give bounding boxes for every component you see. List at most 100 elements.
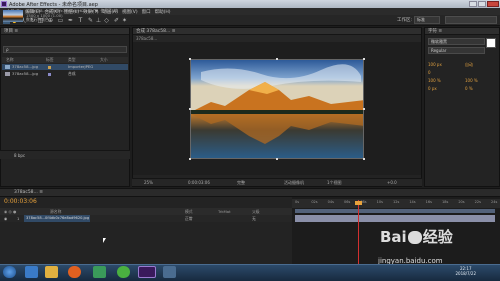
layer-duration-bar[interactable] — [295, 215, 495, 222]
ruler-tick-label: 02s — [311, 200, 318, 204]
playhead-handle[interactable] — [355, 201, 362, 205]
transform-handle[interactable] — [189, 108, 191, 110]
col-mode[interactable]: 模式 — [185, 208, 193, 215]
transform-handle[interactable] — [363, 158, 365, 160]
project-search-input[interactable]: ρ — [3, 46, 127, 53]
character-values: 100 px 0 100 % 0 px — [428, 61, 442, 93]
col-type[interactable]: 类型 — [68, 57, 76, 63]
composition-icon — [5, 72, 10, 76]
visibility-eye-icon[interactable]: ◉ — [4, 215, 7, 222]
transform-handle[interactable] — [189, 158, 191, 160]
comp-breadcrumb[interactable]: 378ac58... — [133, 35, 421, 42]
comp-image-layer[interactable] — [190, 59, 364, 159]
timeline-tab[interactable]: 378ac58... ≡ — [14, 190, 43, 195]
label-color — [48, 72, 51, 76]
project-list-header: 名称 标签 类型 大小 — [2, 57, 128, 63]
project-footer: 8 bpc — [0, 150, 130, 159]
ruler-tick-label: 20s — [458, 200, 465, 204]
menu-window[interactable]: 窗口 — [142, 9, 151, 15]
system-clock[interactable]: 22:17 2018/7/22 — [455, 266, 476, 276]
file-explorer-icon[interactable] — [45, 266, 58, 278]
vertical-scale-field[interactable]: 100 % — [428, 77, 442, 85]
workspace-label: 工作区: — [396, 18, 412, 23]
menu-view[interactable]: 视图(V) — [122, 9, 138, 15]
col-size[interactable]: 大小 — [100, 57, 108, 63]
current-time-display[interactable]: 0:00:03:06 — [4, 198, 37, 205]
col-parent[interactable]: 父级 — [252, 208, 260, 215]
project-item[interactable]: 378ac58...jpg ImporterJPEG — [2, 64, 128, 70]
asset-thumbnail — [3, 10, 23, 22]
ruler-tick-label: 22s — [474, 200, 481, 204]
camera-dropdown[interactable]: 活动摄像机 — [284, 180, 304, 186]
views-dropdown[interactable]: 1个视图 — [327, 180, 342, 186]
work-area-bar[interactable] — [295, 209, 495, 213]
ruler-tick-label: 10s — [376, 200, 383, 204]
font-size-field[interactable]: 100 px — [428, 61, 442, 69]
after-effects-logo-icon — [1, 1, 7, 7]
maximize-button[interactable] — [478, 1, 486, 7]
project-item-name: 378ac58...jpg — [12, 71, 38, 76]
watermark-brand2: 经验 — [422, 228, 453, 246]
comp-current-time[interactable]: 0:00:03:06 — [188, 180, 210, 185]
ruler-tick-label: 12s — [393, 200, 400, 204]
col-label[interactable]: 标签 — [46, 57, 54, 63]
project-tab[interactable]: 项目 ≡ — [1, 28, 129, 35]
layer-mode-dropdown[interactable]: 正常 — [185, 215, 193, 222]
clock-date: 2018/7/22 — [455, 271, 476, 276]
resolution-dropdown[interactable]: 完整 — [237, 180, 245, 186]
col-name[interactable]: 名称 — [6, 57, 14, 63]
title-bar: Adobe After Effects - 未命名项目.aep — [0, 0, 500, 8]
font-style-dropdown[interactable]: Regular — [428, 47, 485, 54]
transform-handle[interactable] — [363, 58, 365, 60]
app-icon[interactable] — [163, 266, 176, 278]
tracking-field[interactable]: 0 — [428, 69, 442, 77]
baseline-shift-field[interactable]: 0 px — [428, 85, 442, 93]
firefox-icon[interactable] — [68, 266, 81, 278]
magnification-dropdown[interactable]: 25% — [144, 180, 153, 185]
ruler-tick-label: 16s — [425, 200, 432, 204]
comp-footer: 25% 0:00:03:06 完整 活动摄像机 1个视图 +0.0 — [132, 178, 422, 186]
start-button-icon[interactable] — [3, 266, 16, 278]
ie-browser-icon[interactable] — [25, 266, 38, 278]
after-effects-taskbar-icon[interactable] — [138, 266, 156, 278]
character-panel: 字符 ≡ 微软雅黑 Regular 100 px 0 100 % 0 px 自动… — [424, 27, 500, 187]
help-search-input[interactable] — [445, 16, 497, 24]
asset-color-depth: 数百万种颜色 — [26, 17, 49, 22]
layer-parent-dropdown[interactable]: 无 — [252, 215, 256, 222]
font-family-dropdown[interactable]: 微软雅黑 — [428, 38, 485, 45]
col-source-name[interactable]: 源名称 — [50, 208, 61, 215]
menu-help[interactable]: 帮助(H) — [155, 9, 171, 15]
minimize-button[interactable] — [469, 1, 477, 7]
transform-handle[interactable] — [276, 158, 278, 160]
tsume-field[interactable]: 0 % — [465, 85, 478, 93]
project-item[interactable]: 378ac58...jpg 合成 — [2, 71, 128, 77]
label-color — [48, 65, 51, 69]
character-tab[interactable]: 字符 ≡ — [425, 28, 499, 35]
bit-depth-toggle[interactable]: 8 bpc — [14, 153, 25, 158]
puppet-tool-icon[interactable]: ✶ — [121, 17, 128, 24]
layer-name[interactable]: 378ac58...0f4db0c76e8ad9620.jpg — [24, 215, 90, 222]
composition-tab[interactable]: 合成 378ac58... ≡ — [133, 28, 421, 35]
transform-handle[interactable] — [189, 58, 191, 60]
layer-columns-header: ◉ ◎ ● 源名称 模式 TrkMat 父级 — [0, 208, 292, 215]
workspace-dropdown[interactable]: 标准 — [414, 16, 440, 24]
media-player-icon[interactable] — [93, 266, 106, 278]
horizontal-scale-field[interactable]: 100 % — [465, 77, 478, 85]
ruler-tick-label: 18s — [442, 200, 449, 204]
project-item-name: 378ac58...jpg — [12, 64, 38, 69]
close-button[interactable] — [487, 1, 499, 7]
transform-handle[interactable] — [363, 108, 365, 110]
project-item-type: ImporterJPEG — [68, 64, 94, 69]
messenger-icon[interactable] — [117, 266, 130, 278]
current-time-indicator[interactable] — [358, 200, 359, 267]
footage-icon — [5, 65, 10, 69]
baidu-watermark: Bai 经验 — [380, 226, 453, 247]
col-trkmat[interactable]: TrkMat — [218, 208, 231, 215]
exposure-value[interactable]: +0.0 — [387, 180, 397, 185]
layer-index: 1 — [17, 216, 20, 221]
leading-field[interactable]: 自动 — [465, 61, 478, 69]
time-ruler[interactable]: 0s 02s 04s 06s 08s 10s 12s 14s 16s 18s 20s 22s 24s — [292, 199, 500, 208]
window-title: Adobe After Effects - 未命名项目.aep — [9, 2, 98, 8]
transform-handle[interactable] — [276, 58, 278, 60]
fill-color-swatch[interactable] — [486, 38, 496, 48]
